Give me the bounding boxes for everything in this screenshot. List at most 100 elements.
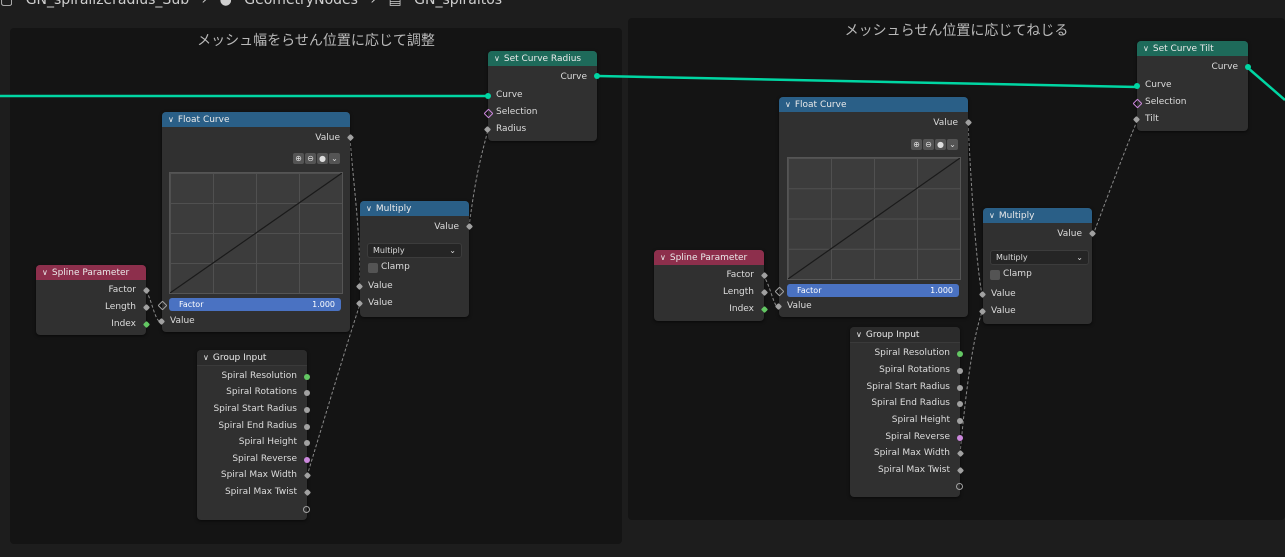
float-curve-node[interactable]: ∨ Float Curve Value ⊕ ⊖ ● ⌄ Factor 1.000 Val…	[157, 112, 355, 332]
curve-line	[787, 157, 961, 280]
spiral-reverse-label: Spiral Reverse	[232, 454, 297, 464]
set-curve-tilt-node[interactable]: ∨ Set Curve Tilt Curve Curve Selection Ti…	[1132, 41, 1251, 131]
selection-input-label: Selection	[496, 107, 538, 117]
value-output-label: Value	[1057, 229, 1082, 239]
spiral-height-socket[interactable]	[304, 440, 310, 446]
collapse-chevron-icon[interactable]: ∨	[1143, 41, 1149, 56]
node-header[interactable]: ∨ Float Curve	[162, 112, 350, 127]
zoom-out-icon[interactable]: ⊖	[923, 139, 934, 150]
factor-value: 1.000	[312, 300, 335, 309]
spiral-end-radius-socket[interactable]	[304, 424, 310, 430]
zoom-in-icon[interactable]: ⊕	[293, 153, 304, 164]
spiral-rotations-socket[interactable]	[304, 390, 310, 396]
spiral-rotations-socket[interactable]	[957, 368, 963, 374]
curve-tools-icon[interactable]: ●	[317, 153, 328, 164]
radius-input-label: Radius	[496, 124, 527, 134]
node-header[interactable]: ∨ Spline Parameter	[36, 265, 146, 280]
curve-mapping-widget[interactable]	[169, 172, 343, 294]
clamp-checkbox[interactable]	[368, 263, 378, 273]
curve-input-socket[interactable]	[1134, 83, 1140, 89]
collapse-chevron-icon[interactable]: ∨	[989, 208, 995, 223]
spiral-max-width-label: Spiral Max Width	[220, 470, 297, 480]
float-curve-node[interactable]: ∨ Float Curve Value ⊕ ⊖ ● ⌄ Factor 1.000 Val…	[774, 97, 973, 317]
collapse-chevron-icon[interactable]: ∨	[856, 327, 862, 342]
curve-tools-icon[interactable]: ●	[935, 139, 946, 150]
collapse-chevron-icon[interactable]: ∨	[785, 97, 791, 112]
clamp-checkbox[interactable]	[990, 270, 1000, 280]
spiral-end-radius-socket[interactable]	[957, 401, 963, 407]
collapse-chevron-icon[interactable]: ∨	[203, 350, 209, 365]
float-link	[349, 137, 361, 288]
spiral-start-radius-socket[interactable]	[957, 385, 963, 391]
selection-input-label: Selection	[1145, 97, 1187, 107]
geometry-link	[596, 74, 1138, 89]
operation-dropdown[interactable]: Multiply ⌄	[990, 250, 1089, 265]
node-title: Set Curve Tilt	[1152, 44, 1214, 54]
node-header[interactable]: ∨ Set Curve Tilt	[1137, 41, 1248, 56]
clamp-label: Clamp	[381, 262, 410, 272]
curve-output-label: Curve	[1211, 62, 1238, 72]
length-output-label: Length	[722, 287, 754, 297]
spiral-reverse-socket[interactable]	[957, 435, 963, 441]
chevron-down-icon[interactable]: ⌄	[947, 139, 958, 150]
group-input-node[interactable]: ∨ Group Input Spiral Resolution Spiral Ro…	[197, 350, 312, 520]
spline-parameter-node[interactable]: ∨ Spline Parameter Factor Length Index	[36, 265, 151, 335]
collapse-chevron-icon[interactable]: ∨	[42, 265, 48, 280]
node-header[interactable]: ∨ Set Curve Radius	[488, 51, 597, 66]
curve-output-socket[interactable]	[594, 73, 600, 79]
value-input-label: Value	[787, 301, 812, 311]
node-header[interactable]: ∨ Group Input	[850, 327, 960, 343]
collapse-chevron-icon[interactable]: ∨	[168, 112, 174, 127]
value-input-label: Value	[991, 306, 1016, 316]
spiral-resolution-socket[interactable]	[304, 374, 310, 380]
curve-input-socket[interactable]	[485, 93, 491, 99]
empty-output-socket[interactable]	[956, 483, 963, 490]
curve-output-socket[interactable]	[1245, 64, 1251, 70]
spiral-resolution-label: Spiral Resolution	[221, 371, 297, 381]
spline-parameter-node[interactable]: ∨ Spline Parameter Factor Length Index	[654, 250, 769, 321]
node-title: Spline Parameter	[669, 253, 748, 263]
spiral-end-radius-label: Spiral End Radius	[871, 398, 950, 408]
multiply-node[interactable]: ∨ Multiply Value Multiply ⌄ Clamp Value V…	[978, 208, 1097, 324]
node-header[interactable]: ∨ Spline Parameter	[654, 250, 764, 265]
collapse-chevron-icon[interactable]: ∨	[366, 201, 372, 216]
spiral-resolution-label: Spiral Resolution	[874, 348, 950, 358]
operation-dropdown[interactable]: Multiply ⌄	[367, 243, 462, 258]
spiral-height-socket[interactable]	[957, 418, 963, 424]
spiral-reverse-socket[interactable]	[304, 457, 310, 463]
node-header[interactable]: ∨ Float Curve	[779, 97, 968, 112]
spiral-resolution-socket[interactable]	[957, 351, 963, 357]
spiral-end-radius-label: Spiral End Radius	[218, 421, 297, 431]
node-title: Group Input	[212, 353, 267, 363]
curve-output-label: Curve	[560, 72, 587, 82]
collapse-chevron-icon[interactable]: ∨	[660, 250, 666, 265]
multiply-node[interactable]: ∨ Multiply Value Multiply ⌄ Clamp Value V…	[355, 201, 474, 317]
node-title: Group Input	[865, 330, 920, 340]
set-curve-radius-node[interactable]: ∨ Set Curve Radius Curve Curve Selection …	[483, 51, 600, 141]
curve-mapping-widget[interactable]	[787, 157, 961, 280]
curve-input-label: Curve	[1145, 80, 1172, 90]
empty-output-socket[interactable]	[303, 506, 310, 513]
spiral-reverse-label: Spiral Reverse	[885, 432, 950, 442]
operation-value: Multiply	[996, 253, 1028, 262]
collapse-chevron-icon[interactable]: ∨	[494, 51, 500, 66]
group-input-node[interactable]: ∨ Group Input Spiral Resolution Spiral Ro…	[850, 327, 965, 497]
spiral-start-radius-socket[interactable]	[304, 407, 310, 413]
node-header[interactable]: ∨ Multiply	[983, 208, 1092, 223]
value-input-label: Value	[170, 316, 195, 326]
value-input-label: Value	[368, 281, 393, 291]
geometry-link	[1247, 67, 1285, 101]
spiral-height-label: Spiral Height	[238, 437, 297, 447]
spiral-max-twist-label: Spiral Max Twist	[877, 465, 950, 475]
factor-field[interactable]: Factor 1.000	[787, 284, 959, 297]
node-title: Set Curve Radius	[503, 54, 582, 64]
chevron-down-icon[interactable]: ⌄	[329, 153, 340, 164]
factor-label: Factor	[797, 286, 822, 295]
node-header[interactable]: ∨ Multiply	[360, 201, 469, 216]
factor-output-label: Factor	[726, 270, 754, 280]
zoom-in-icon[interactable]: ⊕	[911, 139, 922, 150]
factor-field[interactable]: Factor 1.000	[169, 298, 341, 311]
node-header[interactable]: ∨ Group Input	[197, 350, 307, 366]
float-link	[1092, 120, 1138, 236]
zoom-out-icon[interactable]: ⊖	[305, 153, 316, 164]
